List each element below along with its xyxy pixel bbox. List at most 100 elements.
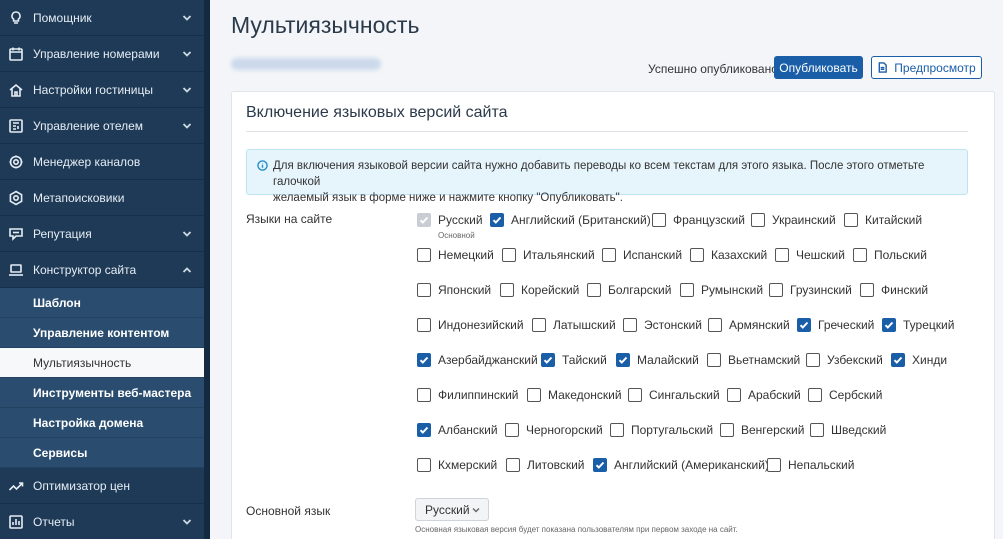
sidebar-subitem-0[interactable]: Шаблон [0,288,204,318]
sidebar-subitem-3[interactable]: Инструменты веб-мастера [0,378,204,408]
language-checkbox[interactable] [593,458,607,472]
sidebar-item-top-6[interactable]: Репутация [0,216,204,252]
site-url-blurred[interactable] [231,58,381,70]
language-checkbox[interactable] [882,318,896,332]
language-checkbox[interactable] [797,318,811,332]
language-checkbox[interactable] [751,213,765,227]
language-checkbox[interactable] [505,423,519,437]
language-option[interactable]: Армянский [708,318,790,332]
sidebar-item-top-2[interactable]: Настройки гостиницы [0,72,204,108]
language-checkbox[interactable] [707,353,721,367]
language-checkbox[interactable] [628,388,642,402]
language-option[interactable]: Сингальский [628,388,720,402]
sidebar-item-top-5[interactable]: Метапоисковики [0,180,204,216]
sidebar-item-bottom-0[interactable]: Оптимизатор цен [0,468,204,504]
language-option[interactable]: Эстонский [623,318,702,332]
preview-button[interactable]: Предпросмотр [871,56,982,79]
language-checkbox[interactable] [502,248,516,262]
language-checkbox[interactable] [417,423,431,437]
sidebar-subitem-1[interactable]: Управление контентом [0,318,204,348]
language-option[interactable]: Шведский [810,423,886,437]
language-option[interactable]: Македонский [527,388,622,402]
language-checkbox[interactable] [806,353,820,367]
sidebar-item-top-1[interactable]: Управление номерами [0,36,204,72]
language-checkbox[interactable] [417,353,431,367]
language-checkbox[interactable] [775,248,789,262]
language-checkbox[interactable] [853,248,867,262]
language-option[interactable]: Грузинский [769,283,852,297]
language-option[interactable]: Албанский [417,423,498,437]
language-option[interactable]: Финский [860,283,928,297]
language-option[interactable]: Польский [853,248,927,262]
sidebar-item-top-0[interactable]: Помощник [0,0,204,36]
language-option[interactable]: Тайский [541,353,607,367]
language-option[interactable]: Хинди [891,353,947,367]
language-option[interactable]: Венгерский [720,423,804,437]
main-language-select[interactable]: Русский [415,498,489,521]
language-checkbox[interactable] [417,248,431,262]
sidebar-subitem-5[interactable]: Сервисы [0,438,204,468]
language-option[interactable]: Испанский [602,248,682,262]
language-option[interactable]: Литовский [506,458,585,472]
sidebar-item-top-3[interactable]: Управление отелем [0,108,204,144]
language-option[interactable]: Румынский [680,283,763,297]
language-checkbox[interactable] [891,353,905,367]
language-option[interactable]: Сербский [808,388,882,402]
language-checkbox[interactable] [610,423,624,437]
sidebar-item-top-4[interactable]: Менеджер каналов [0,144,204,180]
language-option[interactable]: Узбекский [806,353,883,367]
language-checkbox[interactable] [417,458,431,472]
language-checkbox[interactable] [616,353,630,367]
language-checkbox[interactable] [767,458,781,472]
language-option[interactable]: Болгарский [587,283,671,297]
language-option[interactable]: Малайский [616,353,699,367]
language-option[interactable]: Украинский [751,213,836,227]
language-option[interactable]: Индонезийский [417,318,524,332]
language-option[interactable]: Вьетнамский [707,353,800,367]
language-option[interactable]: Чешский [775,248,845,262]
publish-button[interactable]: Опубликовать [774,56,863,79]
language-option[interactable]: Немецкий [417,248,494,262]
language-checkbox[interactable] [652,213,666,227]
language-checkbox[interactable] [500,283,514,297]
language-option[interactable]: Кхмерский [417,458,497,472]
language-checkbox[interactable] [810,423,824,437]
language-checkbox[interactable] [417,388,431,402]
language-checkbox[interactable] [844,213,858,227]
language-checkbox[interactable] [720,423,734,437]
language-option[interactable]: Французский [652,213,745,227]
language-checkbox[interactable] [769,283,783,297]
language-option[interactable]: Черногорский [505,423,603,437]
language-option[interactable]: Греческий [797,318,874,332]
language-checkbox[interactable] [490,213,504,227]
language-option[interactable]: Непальский [767,458,854,472]
language-checkbox[interactable] [690,248,704,262]
language-checkbox[interactable] [680,283,694,297]
sidebar-item-top-7[interactable]: Конструктор сайта [0,252,204,288]
sidebar-subitem-2[interactable]: Мультиязычность [0,348,204,378]
language-option[interactable]: Турецкий [882,318,954,332]
language-checkbox[interactable] [527,388,541,402]
language-checkbox[interactable] [587,283,601,297]
language-checkbox[interactable] [417,283,431,297]
language-option[interactable]: Итальянский [502,248,595,262]
language-checkbox[interactable] [417,318,431,332]
language-checkbox[interactable] [727,388,741,402]
language-option[interactable]: Азербайджанский [417,353,538,367]
sidebar-subitem-4[interactable]: Настройка домена [0,408,204,438]
language-option[interactable]: Филиппинский [417,388,519,402]
language-option[interactable]: Английский (Американский) [593,458,769,472]
language-checkbox[interactable] [808,388,822,402]
language-option[interactable]: Корейский [500,283,579,297]
language-option[interactable]: Португальский [610,423,713,437]
language-checkbox[interactable] [860,283,874,297]
language-checkbox[interactable] [602,248,616,262]
language-checkbox[interactable] [623,318,637,332]
language-checkbox[interactable] [532,318,546,332]
language-checkbox[interactable] [506,458,520,472]
language-option[interactable]: Японский [417,283,491,297]
language-checkbox[interactable] [541,353,555,367]
language-option[interactable]: Казахский [690,248,767,262]
language-option[interactable]: Китайский [844,213,922,227]
language-checkbox[interactable] [708,318,722,332]
